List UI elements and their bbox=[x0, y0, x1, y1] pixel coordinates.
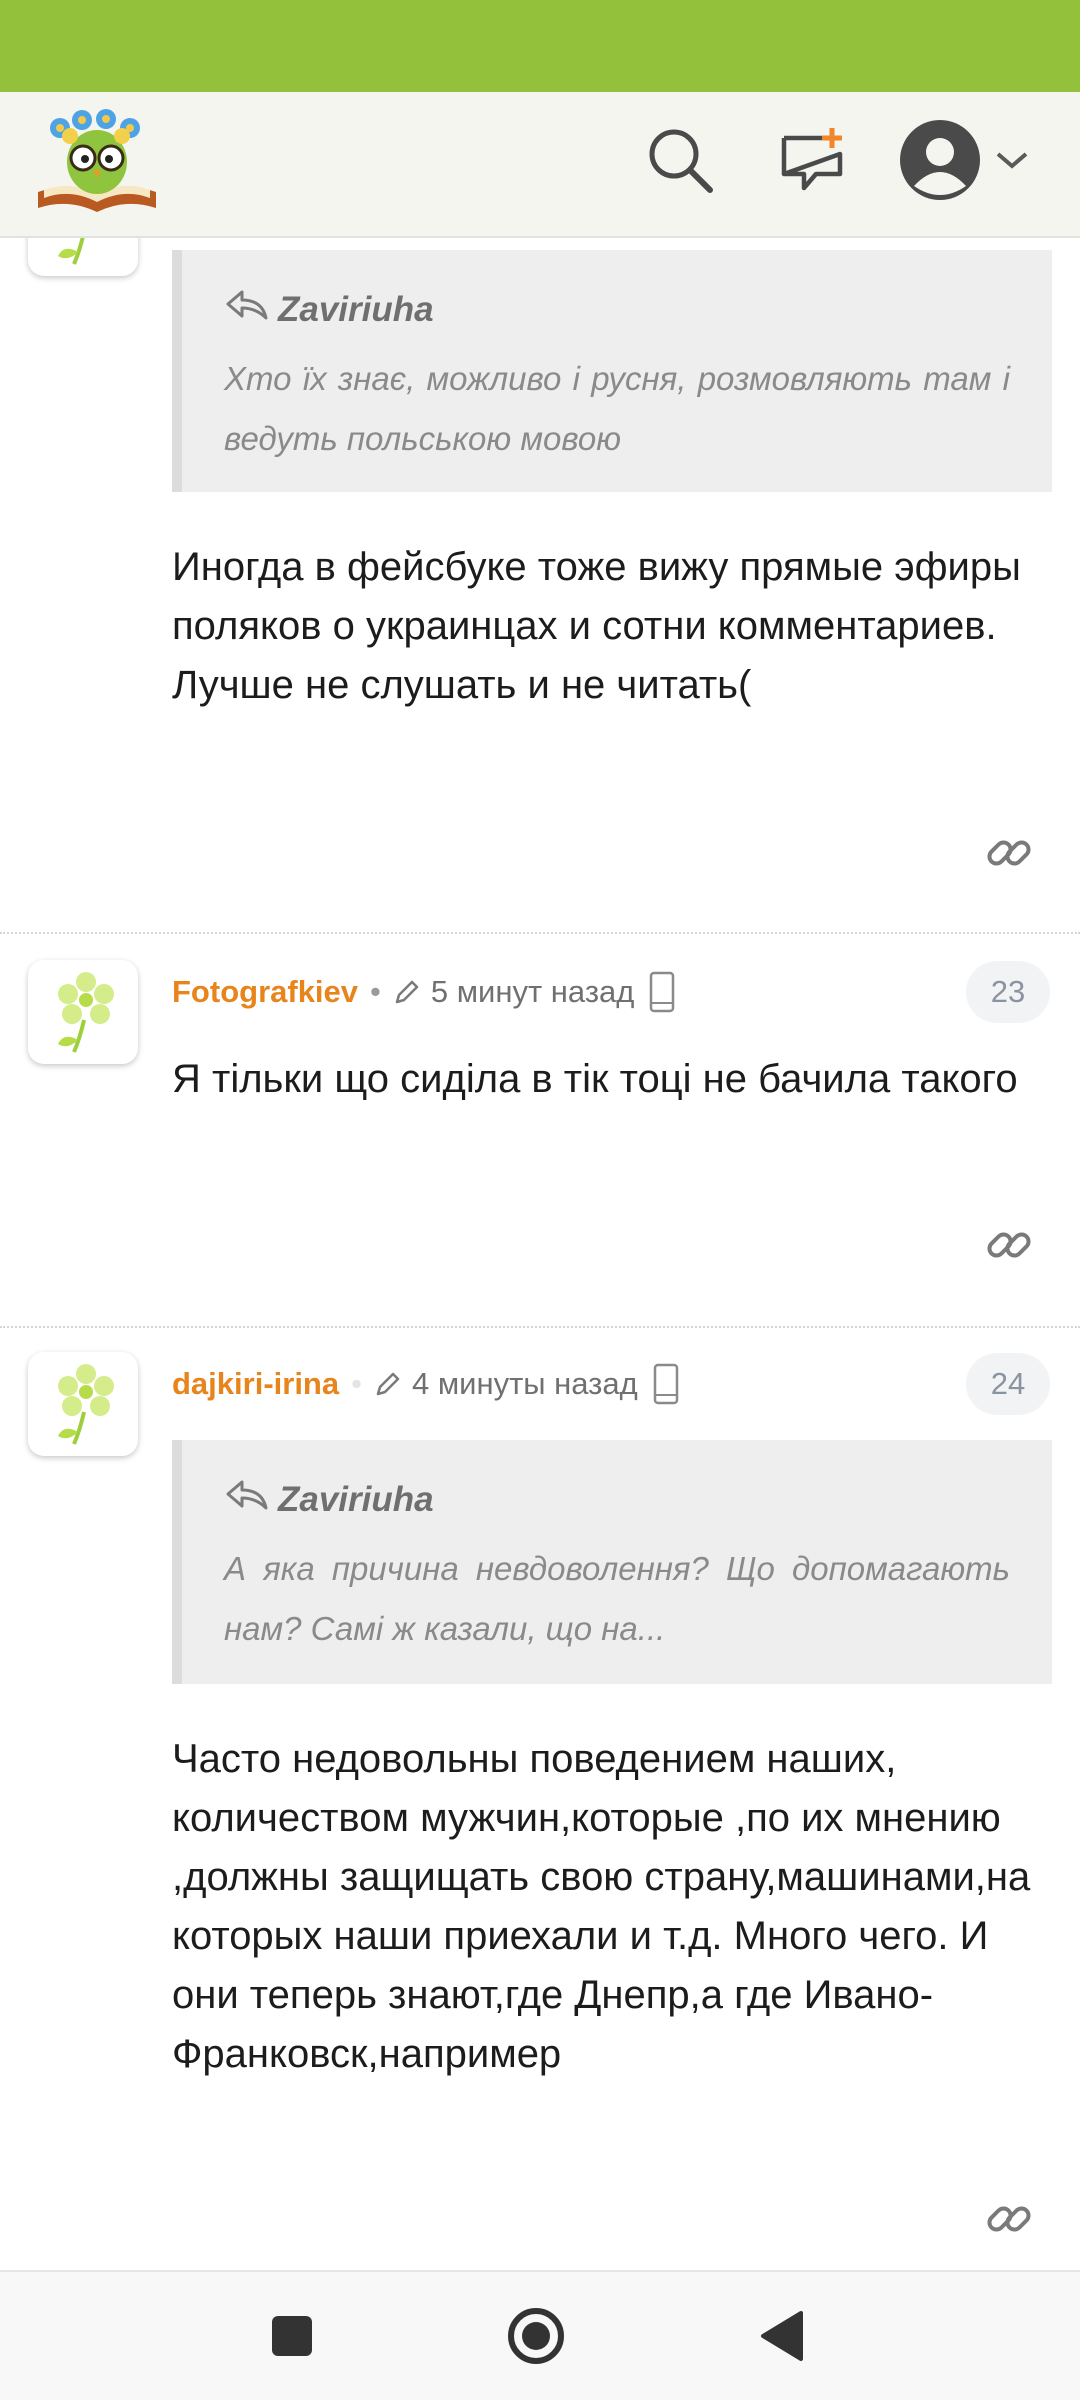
reply-arrow-icon bbox=[224, 288, 270, 331]
owl-on-book-logo[interactable] bbox=[34, 106, 160, 218]
quote-author[interactable]: Zaviriuha bbox=[278, 290, 434, 330]
quote-author[interactable]: Zaviriuha bbox=[278, 1480, 434, 1520]
comment-meta: Fotografkiev • 5 минут назад bbox=[172, 962, 676, 1022]
pencil-icon bbox=[393, 978, 421, 1006]
quoted-reply[interactable]: Zaviriuha А яка причина невдоволення? Що… bbox=[172, 1440, 1052, 1684]
comment-time[interactable]: 5 минут назад bbox=[431, 974, 634, 1010]
link-icon[interactable] bbox=[978, 822, 1040, 884]
comment-text: Иногда в фейсбуке тоже вижу прямые эфиры… bbox=[172, 545, 1021, 707]
avatar[interactable] bbox=[28, 1352, 138, 1456]
divider bbox=[0, 932, 1080, 934]
square-recents-icon[interactable] bbox=[250, 2294, 334, 2378]
system-navigation-bar bbox=[0, 2270, 1080, 2400]
avatar[interactable] bbox=[28, 238, 138, 276]
status-bar bbox=[0, 0, 1080, 92]
search-icon[interactable] bbox=[640, 120, 720, 200]
comment-meta: dajkiri-irina • 4 минуты назад bbox=[172, 1354, 680, 1414]
comment-text: Часто недовольны поведением наших, колич… bbox=[172, 1737, 1031, 2076]
comment-author[interactable]: Fotografkiev bbox=[172, 974, 358, 1010]
comment-author[interactable]: dajkiri-irina bbox=[172, 1366, 339, 1402]
app-header bbox=[0, 92, 1080, 238]
triangle-back-icon[interactable] bbox=[740, 2294, 824, 2378]
comment-text: Я тільки що сиділа в тік тоці не бачила … bbox=[172, 1057, 1018, 1101]
comment-number-badge[interactable]: 23 bbox=[966, 961, 1050, 1023]
quote-text: А яка причина невдоволення? Що допомагаю… bbox=[224, 1550, 1010, 1647]
quoted-reply[interactable]: Zaviriuha Хто їх знає, можливо і русня, … bbox=[172, 250, 1052, 492]
comment-number-badge[interactable]: 24 bbox=[966, 1353, 1050, 1415]
quote-text: Хто їх знає, можливо і русня, розмовляют… bbox=[224, 360, 1010, 457]
new-message-icon[interactable] bbox=[772, 120, 852, 200]
chevron-down-icon[interactable] bbox=[990, 120, 1034, 200]
divider bbox=[0, 1326, 1080, 1328]
mobile-device-icon bbox=[652, 1363, 680, 1405]
mobile-device-icon bbox=[648, 971, 676, 1013]
user-avatar-icon[interactable] bbox=[898, 118, 982, 202]
avatar[interactable] bbox=[28, 960, 138, 1064]
reply-arrow-icon bbox=[224, 1478, 270, 1521]
link-icon[interactable] bbox=[978, 2188, 1040, 2250]
meta-separator: • bbox=[370, 974, 381, 1009]
meta-separator: • bbox=[351, 1366, 362, 1401]
link-icon[interactable] bbox=[978, 1214, 1040, 1276]
circle-home-icon[interactable] bbox=[494, 2294, 578, 2378]
pencil-icon bbox=[374, 1370, 402, 1398]
comment-time[interactable]: 4 минуты назад bbox=[412, 1366, 638, 1402]
comments-feed: Zaviriuha Хто їх знає, можливо і русня, … bbox=[0, 238, 1080, 2270]
